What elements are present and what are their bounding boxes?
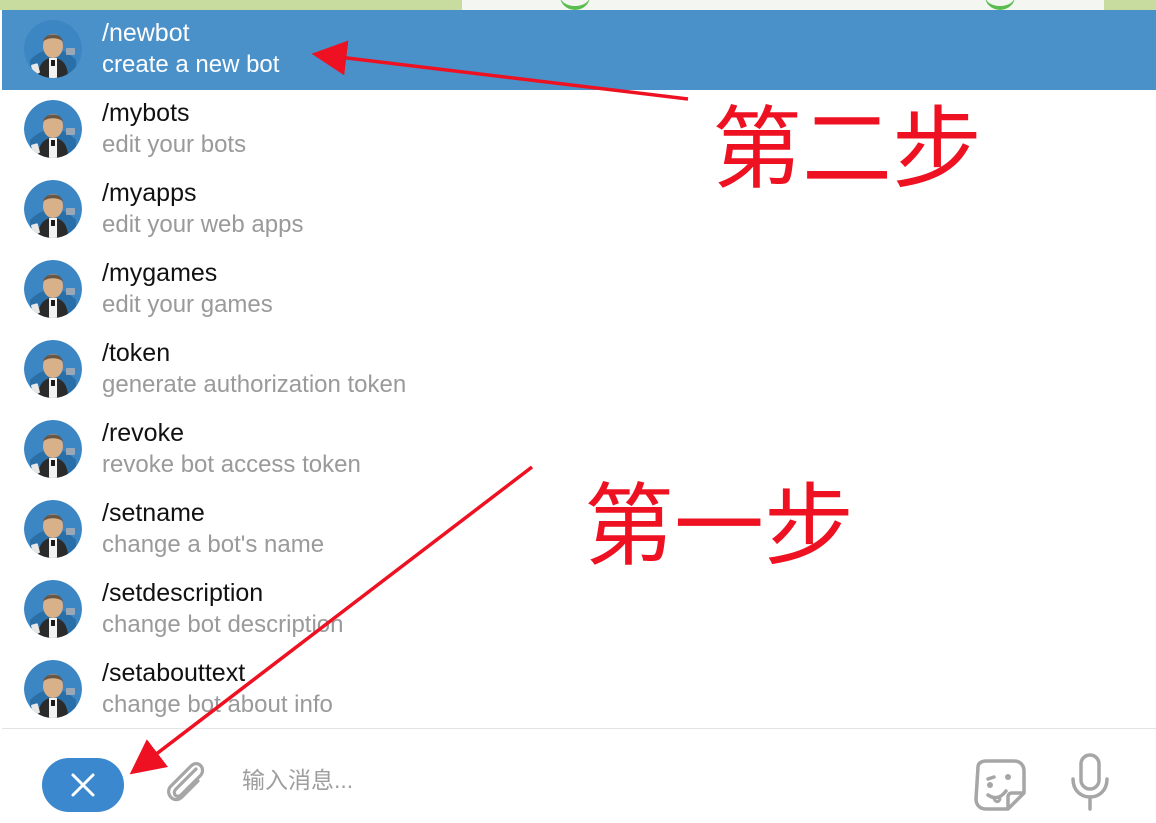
command-item[interactable]: /mygames edit your games <box>2 250 1156 330</box>
chat-background-strip <box>0 0 1156 10</box>
annotation-step-one: 第一步 <box>584 474 854 579</box>
command-description: change a bot's name <box>102 531 325 558</box>
command-item[interactable]: /setdescription change bot description <box>2 570 1156 650</box>
command-name: /mybots <box>102 99 190 127</box>
command-name: /setname <box>102 499 205 527</box>
bot-avatar <box>24 420 82 478</box>
bot-avatar <box>24 100 82 158</box>
command-item[interactable]: /newbot create a new bot <box>2 10 1156 90</box>
command-name: /mygames <box>102 259 218 287</box>
command-description: create a new bot <box>102 51 280 78</box>
command-list: /newbot create a new bot /mybots edit your… <box>2 10 1156 730</box>
command-description: change bot about info <box>102 691 333 718</box>
bot-avatar <box>24 580 82 638</box>
bot-avatar <box>24 180 82 238</box>
command-item[interactable]: /token generate authorization token <box>2 330 1156 410</box>
command-description: edit your web apps <box>102 211 304 238</box>
command-item[interactable]: /revoke revoke bot access token <box>2 410 1156 490</box>
command-name: /setdescription <box>102 579 264 607</box>
command-name: /revoke <box>102 419 184 447</box>
microphone-icon[interactable] <box>1068 751 1112 815</box>
command-suggestions-panel: /newbot create a new bot /mybots edit your… <box>2 10 1156 823</box>
command-name: /token <box>102 339 171 367</box>
command-description: change bot description <box>102 611 344 638</box>
command-name: /newbot <box>102 19 190 47</box>
command-name: /setabouttext <box>102 659 246 687</box>
message-composer <box>2 728 1156 823</box>
command-name: /myapps <box>102 179 197 207</box>
annotation-step-two: 第二步 <box>712 97 982 202</box>
paperclip-icon[interactable] <box>160 755 208 807</box>
close-icon <box>71 773 95 797</box>
command-item[interactable]: /setname change a bot's name <box>2 490 1156 570</box>
sticker-icon[interactable] <box>970 755 1030 815</box>
bot-avatar <box>24 260 82 318</box>
bot-avatar <box>24 660 82 718</box>
bot-avatar <box>24 20 82 78</box>
command-description: revoke bot access token <box>102 451 361 478</box>
command-item[interactable]: /setabouttext change bot about info <box>2 650 1156 730</box>
command-description: edit your games <box>102 291 273 318</box>
command-item[interactable]: /mybots edit your bots <box>2 90 1156 170</box>
message-input[interactable] <box>240 759 924 801</box>
bot-avatar <box>24 500 82 558</box>
command-description: edit your bots <box>102 131 247 158</box>
command-item[interactable]: /myapps edit your web apps <box>2 170 1156 250</box>
bot-avatar <box>24 340 82 398</box>
command-description: generate authorization token <box>102 371 407 398</box>
close-commands-button[interactable] <box>42 758 124 812</box>
